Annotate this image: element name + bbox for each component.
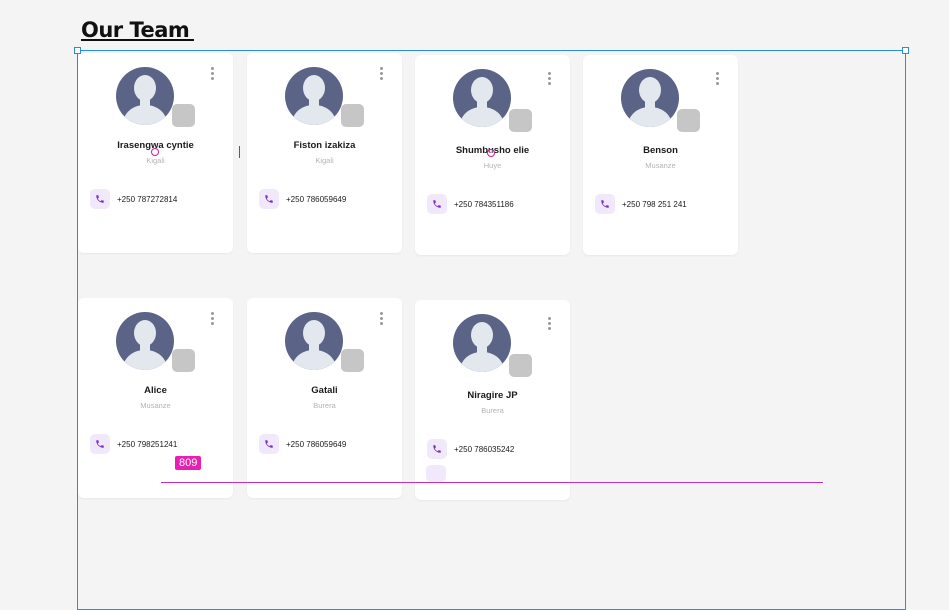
member-location: Huye <box>483 161 502 170</box>
member-name: Niragire JP <box>467 390 518 401</box>
status-badge <box>172 349 195 372</box>
title-underline <box>81 39 194 41</box>
status-badge <box>509 109 532 132</box>
phone-icon[interactable] <box>595 194 615 214</box>
phone-icon[interactable] <box>427 439 447 459</box>
member-phone: +250 784351186 <box>454 200 514 209</box>
measurement-badge: 809 <box>175 456 202 470</box>
user-avatar-icon <box>621 69 679 127</box>
more-vertical-icon[interactable] <box>544 317 554 331</box>
more-vertical-icon[interactable] <box>376 312 386 326</box>
status-badge <box>677 109 700 132</box>
member-location: Burera <box>313 401 336 410</box>
drag-ghost-phone-icon <box>426 465 446 482</box>
member-phone: +250 798251241 <box>117 440 178 449</box>
user-avatar-icon <box>453 314 511 372</box>
selection-handle-top-right[interactable] <box>902 47 909 54</box>
member-phone: +250 786035242 <box>454 445 515 454</box>
more-vertical-icon[interactable] <box>207 312 217 326</box>
member-location: Musanze <box>140 401 171 410</box>
team-member-card[interactable]: Alice Musanze +250 798251241 <box>78 298 233 498</box>
user-avatar-icon <box>116 312 174 370</box>
member-name: Gatali <box>311 385 338 396</box>
member-name: Alice <box>144 385 167 396</box>
team-member-card[interactable]: Gatali Burera +250 786059649 <box>247 298 402 498</box>
alignment-guide <box>161 482 823 483</box>
member-name: Fiston izakiza <box>293 140 356 151</box>
team-member-card[interactable]: Fiston izakiza Kigali +250 786059649 <box>247 53 402 253</box>
status-badge <box>509 354 532 377</box>
member-phone: +250 798 251 241 <box>622 200 687 209</box>
member-location: Musanze <box>645 161 676 170</box>
more-vertical-icon[interactable] <box>712 72 722 86</box>
status-badge <box>341 349 364 372</box>
phone-icon[interactable] <box>259 189 279 209</box>
phone-icon[interactable] <box>259 434 279 454</box>
user-avatar-icon <box>116 67 174 125</box>
team-member-card[interactable]: Benson Musanze +250 798 251 241 <box>583 55 738 255</box>
more-vertical-icon[interactable] <box>376 67 386 81</box>
member-phone: +250 786059649 <box>286 195 347 204</box>
phone-icon[interactable] <box>427 194 447 214</box>
status-badge <box>172 104 195 127</box>
more-vertical-icon[interactable] <box>207 67 217 81</box>
member-name: Benson <box>643 145 678 156</box>
status-badge <box>341 104 364 127</box>
member-location: Kigali <box>146 156 165 165</box>
member-phone: +250 786059649 <box>286 440 347 449</box>
user-avatar-icon <box>285 67 343 125</box>
text-cursor <box>239 146 240 158</box>
more-vertical-icon[interactable] <box>544 72 554 86</box>
user-avatar-icon <box>285 312 343 370</box>
user-avatar-icon <box>453 69 511 127</box>
phone-icon[interactable] <box>90 189 110 209</box>
cursor-ring <box>151 148 159 156</box>
cursor-ring <box>487 149 495 157</box>
member-phone: +250 787272814 <box>117 195 178 204</box>
phone-icon[interactable] <box>90 434 110 454</box>
member-location: Kigali <box>315 156 334 165</box>
member-location: Burera <box>481 406 504 415</box>
